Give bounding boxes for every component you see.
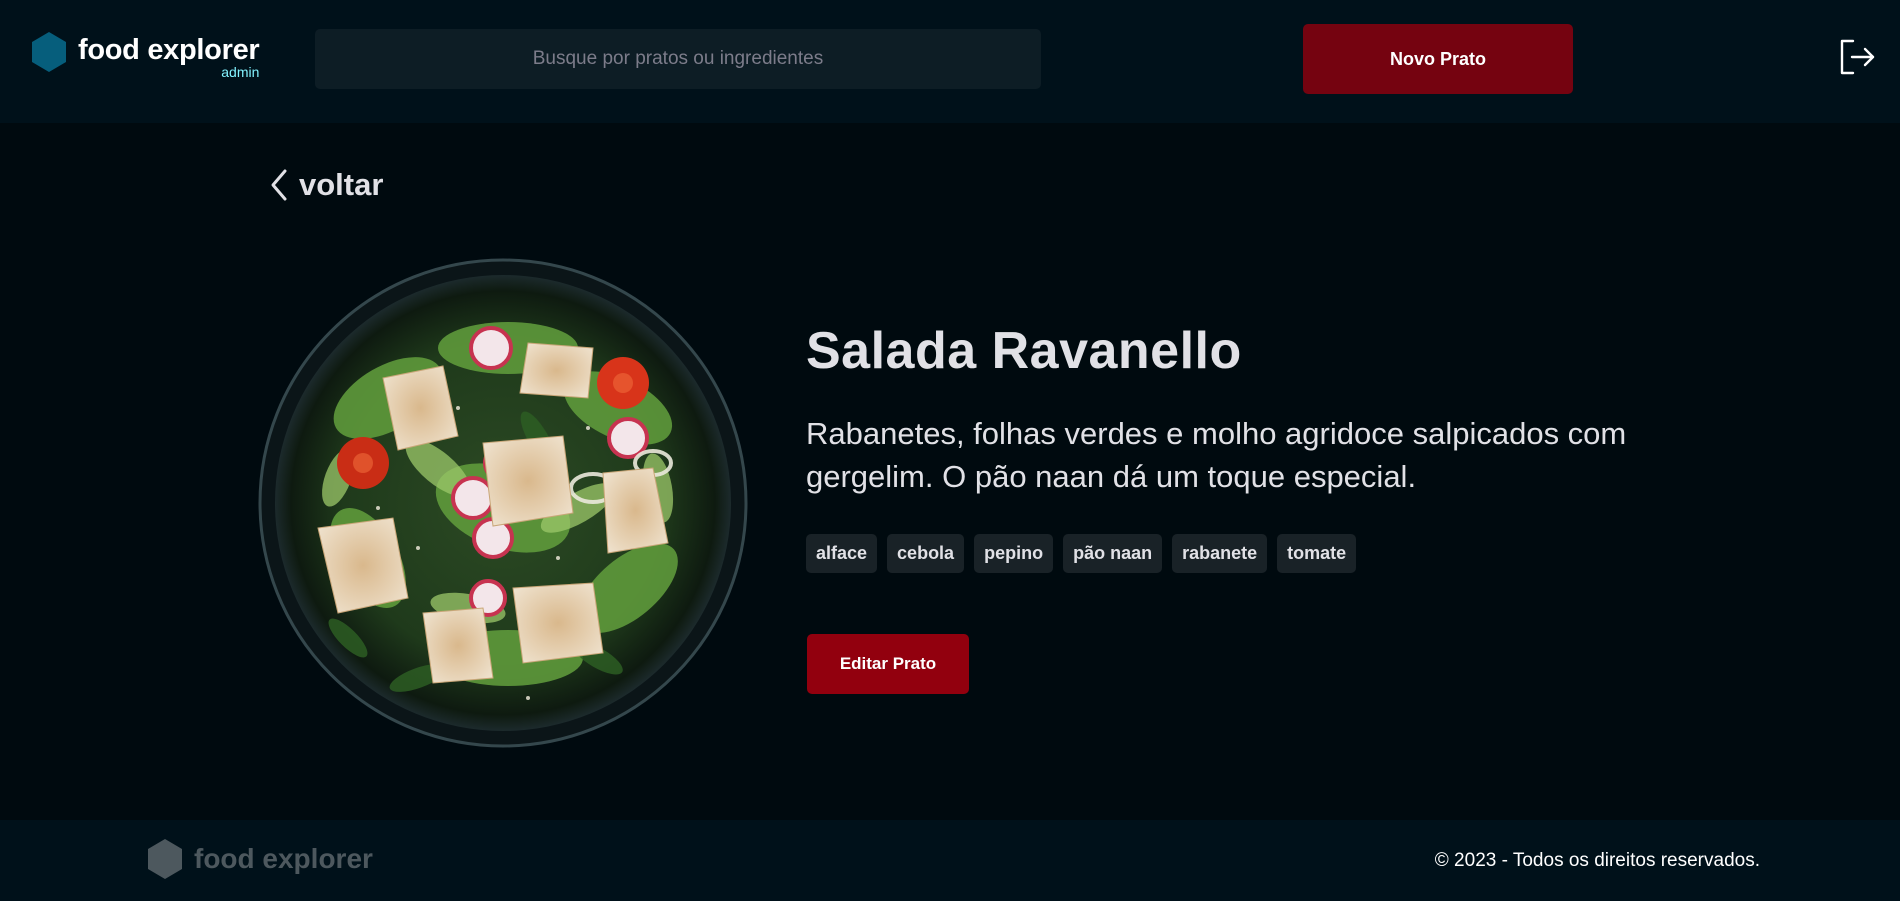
new-dish-button[interactable]: Novo Prato xyxy=(1303,24,1573,94)
search-input[interactable] xyxy=(315,29,1041,89)
edit-dish-button[interactable]: Editar Prato xyxy=(807,634,969,694)
ingredient-tags: alface cebola pepino pão naan rabanete t… xyxy=(806,534,1666,573)
footer-brand-title: food explorer xyxy=(194,843,373,874)
app-header: food explorer admin Novo Prato xyxy=(0,0,1900,123)
footer-brand: food explorer xyxy=(148,838,373,880)
hexagon-logo-icon xyxy=(32,32,66,72)
back-label: voltar xyxy=(299,167,384,202)
dish-description: Rabanetes, folhas verdes e molho agridoc… xyxy=(806,416,1627,494)
dish-title: Salada Ravanello xyxy=(806,322,1242,380)
brand-logo[interactable]: food explorer admin xyxy=(32,30,272,84)
chevron-left-icon xyxy=(271,169,287,201)
sign-out-icon[interactable] xyxy=(1838,38,1876,76)
admin-label: admin xyxy=(221,64,260,80)
ingredient-tag: pepino xyxy=(974,534,1054,573)
back-link[interactable]: voltar xyxy=(268,162,383,208)
hexagon-logo-icon xyxy=(148,839,182,879)
ingredient-tag: pão naan xyxy=(1063,534,1163,573)
ingredient-tag: rabanete xyxy=(1172,534,1268,573)
copyright-text: © 2023 - Todos os direitos reservados. xyxy=(1434,850,1760,871)
dish-details: Salada Ravanello Rabanetes, folhas verde… xyxy=(806,318,1666,573)
ingredient-tag: tomate xyxy=(1277,534,1357,573)
app-footer: food explorer © 2023 - Todos os direitos… xyxy=(0,820,1900,901)
ingredient-tag: alface xyxy=(806,534,878,573)
dish-image xyxy=(258,258,748,748)
ingredient-tag: cebola xyxy=(887,534,965,573)
